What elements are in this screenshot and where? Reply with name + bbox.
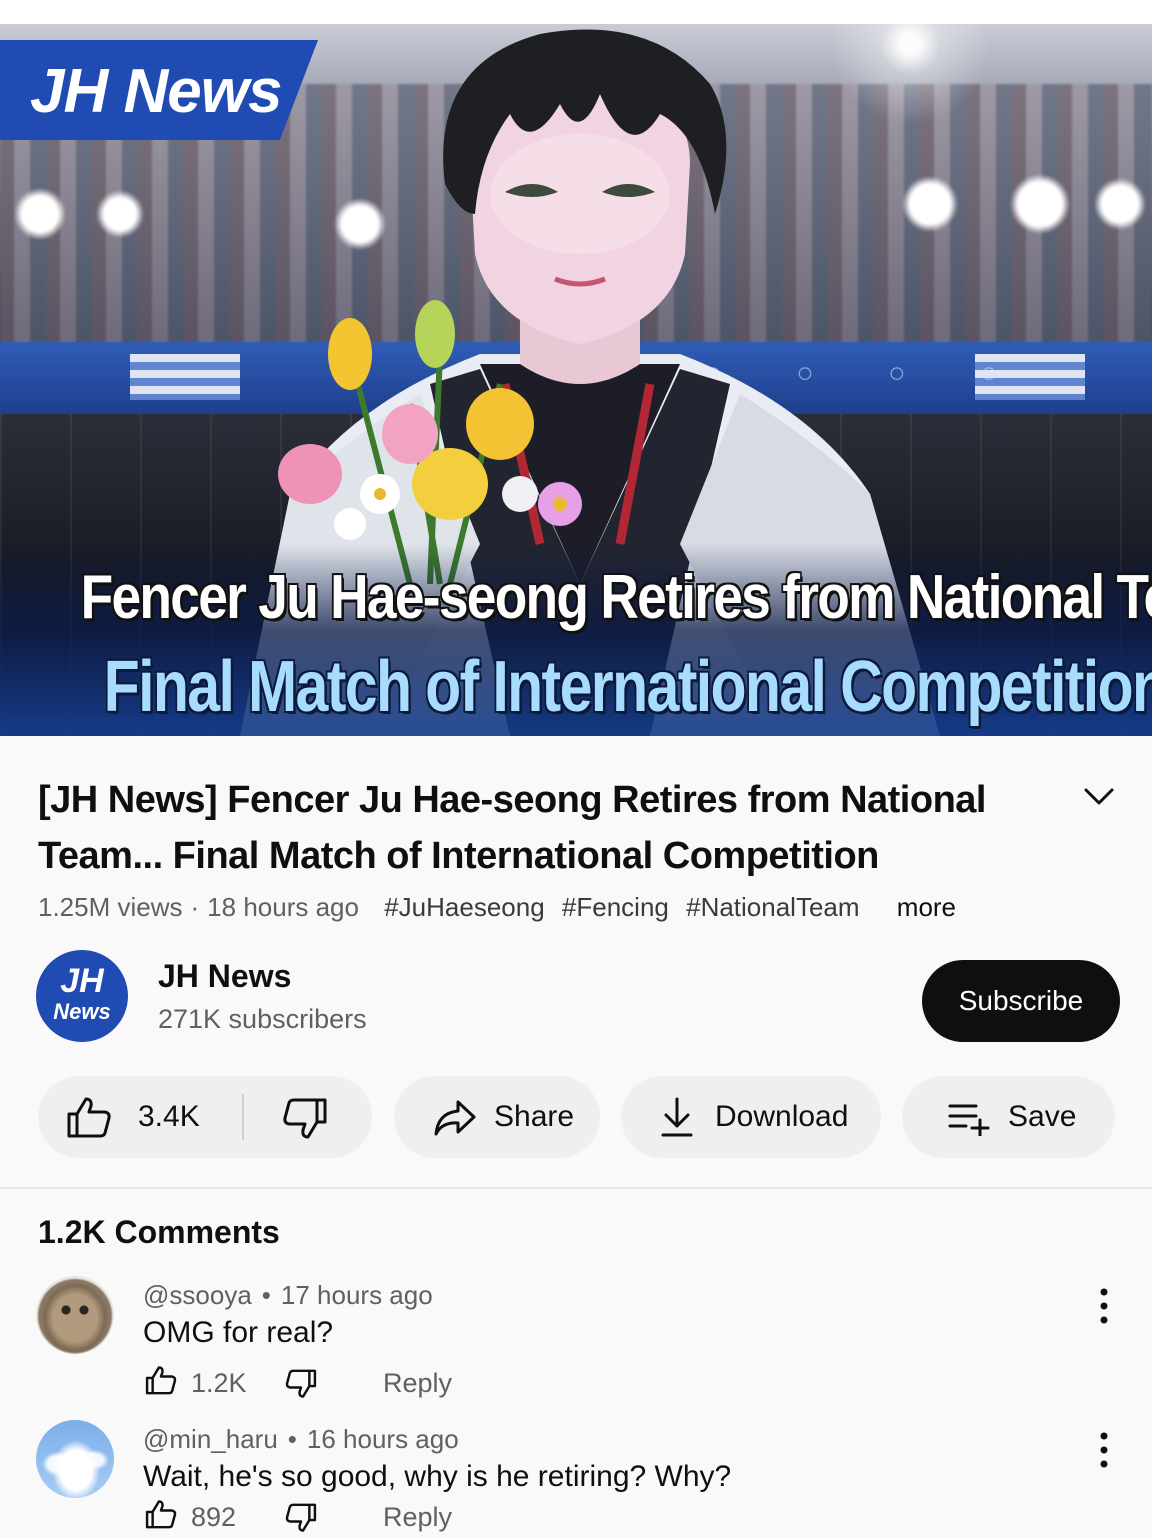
share-label: Share <box>494 1100 575 1133</box>
hashtag-link[interactable]: #Fencing <box>562 892 669 922</box>
video-title[interactable]: [JH News] Fencer Ju Hae-seong Retires fr… <box>38 772 1078 884</box>
meta-separator: • <box>287 1424 297 1454</box>
comment-meta: @ssooya • 17 hours ago <box>143 1280 433 1311</box>
save-button[interactable]: Save <box>902 1076 1115 1158</box>
like-button[interactable]: 3.4K <box>38 1076 242 1158</box>
comment-avatar[interactable] <box>36 1420 114 1498</box>
comment-text: OMG for real? <box>143 1316 334 1349</box>
download-icon <box>661 1097 693 1137</box>
channel-avatar[interactable]: JH News <box>36 950 128 1042</box>
subscribe-button[interactable]: Subscribe <box>922 960 1120 1042</box>
channel-avatar-line1: JH <box>60 962 104 1000</box>
comment-avatar[interactable] <box>36 1276 114 1354</box>
like-count: 3.4K <box>138 1100 200 1133</box>
comments-header[interactable]: 1.2K Comments <box>38 1214 280 1251</box>
pill-divider <box>242 1094 244 1140</box>
comment-actions: 892 Reply <box>143 1498 543 1538</box>
comment-like-count: 1.2K <box>191 1368 247 1398</box>
reply-button[interactable]: Reply <box>383 1368 452 1399</box>
video-meta: 1.25M views · 18 hours ago #JuHaeseong #Fe… <box>38 892 956 923</box>
chevron-down-icon[interactable] <box>1082 784 1116 808</box>
channel-avatar-line2: News <box>53 999 111 1024</box>
channel-name[interactable]: JH News <box>158 958 291 995</box>
more-vert-icon[interactable] <box>1084 1430 1124 1470</box>
thumbs-down-icon[interactable] <box>285 1502 317 1534</box>
share-button[interactable]: Share <box>394 1076 600 1158</box>
meta-separator: · <box>190 892 200 922</box>
comment-author[interactable]: @min_haru <box>143 1424 278 1454</box>
hashtag-link[interactable]: #NationalTeam <box>686 892 859 922</box>
more-vert-icon[interactable] <box>1084 1286 1124 1326</box>
thumbs-down-icon[interactable] <box>285 1368 317 1400</box>
comment-time: 16 hours ago <box>306 1424 459 1454</box>
save-label: Save <box>1008 1100 1077 1133</box>
reply-button[interactable]: Reply <box>383 1502 452 1533</box>
section-divider <box>0 1187 1152 1189</box>
like-dislike-pill: 3.4K <box>38 1076 372 1158</box>
download-button[interactable]: Download <box>621 1076 881 1158</box>
subscriber-count: 271K subscribers <box>158 1004 367 1034</box>
description-more-link[interactable]: more <box>897 892 956 922</box>
comment-meta: @min_haru • 16 hours ago <box>143 1424 459 1455</box>
video-headline-line1: Fencer Ju Hae-seong Retires from Nationa… <box>80 563 1152 632</box>
download-label: Download <box>715 1100 849 1133</box>
thumbs-down-icon[interactable] <box>282 1098 328 1140</box>
thumbs-up-icon[interactable] <box>145 1498 177 1530</box>
channel-logo-tag: JH News <box>0 40 318 140</box>
channel-logo-text: JH News <box>30 57 282 126</box>
view-count: 1.25M views <box>38 892 183 922</box>
save-playlist-icon <box>948 1104 990 1136</box>
upload-time: 18 hours ago <box>207 892 359 922</box>
video-player[interactable]: ◦ ◦ ◦ ◦ JH News Fencer Ju Hae-seong Reti… <box>0 24 1152 736</box>
comment-actions: 1.2K Reply <box>143 1364 543 1404</box>
comment-text: Wait, he's so good, why is he retiring? … <box>143 1460 732 1493</box>
comment-like-count: 892 <box>191 1502 237 1532</box>
status-bar <box>0 0 1152 24</box>
hashtag-link[interactable]: #JuHaeseong <box>384 892 544 922</box>
share-arrow-icon <box>434 1100 476 1136</box>
thumbs-up-icon[interactable] <box>145 1364 177 1396</box>
comment-author[interactable]: @ssooya <box>143 1280 252 1310</box>
comment-time: 17 hours ago <box>280 1280 433 1310</box>
thumbs-up-icon <box>67 1097 111 1138</box>
meta-separator: • <box>261 1280 271 1310</box>
video-headline-line2: Final Match of International Competition <box>103 647 1152 727</box>
